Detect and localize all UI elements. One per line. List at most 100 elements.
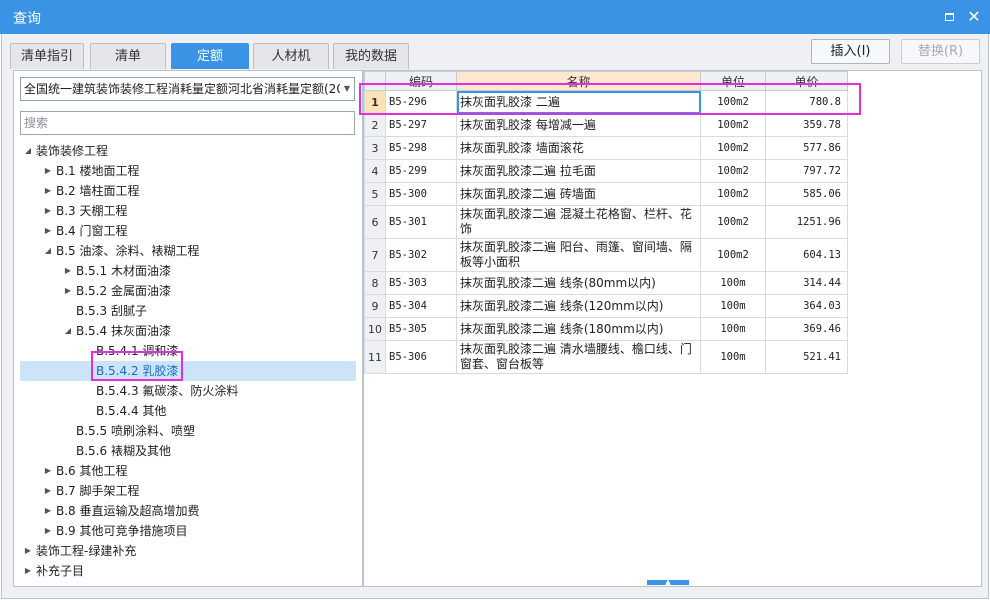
cell-name[interactable]: 抹灰面乳胶漆 墙面滚花: [456, 136, 701, 160]
cell-code[interactable]: B5-302: [385, 238, 457, 272]
dropdown-arrow-icon[interactable]: ▼: [340, 78, 354, 100]
tree-item[interactable]: ▶ B.9 其他可竞争措施项目: [14, 521, 362, 541]
tree-item[interactable]: ▶ B.6 其他工程: [14, 461, 362, 481]
cell-name[interactable]: 抹灰面乳胶漆 每增减一遍: [456, 113, 701, 137]
cell-name[interactable]: 抹灰面乳胶漆二遍 清水墙腰线、檐口线、门窗套、窗台板等: [456, 340, 701, 374]
cell-code[interactable]: B5-301: [385, 205, 457, 239]
tree-item[interactable]: ▶ B.2 墙柱面工程: [14, 181, 362, 201]
cell-unit[interactable]: 100m: [700, 317, 766, 341]
cell-price[interactable]: 364.03: [765, 294, 848, 318]
tree-item[interactable]: ▶ B.5.2 金属面油漆: [14, 281, 362, 301]
tree-item[interactable]: B.5.4.2 乳胶漆: [14, 361, 362, 381]
cell-price[interactable]: 369.46: [765, 317, 848, 341]
tab-my-data[interactable]: 我的数据: [333, 43, 409, 69]
cell-unit[interactable]: 100m2: [700, 205, 766, 239]
table-row[interactable]: 10 B5-305 抹灰面乳胶漆二遍 线条(180mm以内) 100m 369.46: [364, 317, 848, 341]
collapsed-arrow-icon[interactable]: ▶: [22, 541, 34, 561]
collapsed-arrow-icon[interactable]: ▶: [42, 481, 54, 501]
cell-name[interactable]: 抹灰面乳胶漆二遍 混凝土花格窗、栏杆、花饰: [456, 205, 701, 239]
cell-name[interactable]: 抹灰面乳胶漆二遍 砖墙面: [456, 182, 701, 206]
cell-unit[interactable]: 100m2: [700, 238, 766, 272]
cell-code[interactable]: B5-300: [385, 182, 457, 206]
cell-code[interactable]: B5-303: [385, 271, 457, 295]
tab-dinge[interactable]: 定额: [171, 43, 249, 69]
tree-item[interactable]: ▶ 装饰工程-绿建补充: [14, 541, 362, 561]
tree-item[interactable]: ▶ B.4 门窗工程: [14, 221, 362, 241]
cell-unit[interactable]: 100m2: [700, 136, 766, 160]
collapsed-arrow-icon[interactable]: ▶: [42, 521, 54, 541]
cell-price[interactable]: 521.41: [765, 340, 848, 374]
tree-item[interactable]: ▶ B.8 垂直运输及超高增加费: [14, 501, 362, 521]
cell-unit[interactable]: 100m2: [700, 113, 766, 137]
table-row[interactable]: 9 B5-304 抹灰面乳胶漆二遍 线条(120mm以内) 100m 364.03: [364, 294, 848, 318]
cell-code[interactable]: B5-304: [385, 294, 457, 318]
table-row[interactable]: 7 B5-302 抹灰面乳胶漆二遍 阳台、雨篷、窗间墙、隔板等小面积 100m2 604…: [364, 238, 848, 272]
cell-name[interactable]: 抹灰面乳胶漆二遍 线条(120mm以内): [456, 294, 701, 318]
cell-code[interactable]: B5-297: [385, 113, 457, 137]
tab-qingdan[interactable]: 清单: [90, 43, 166, 69]
cell-code[interactable]: B5-306: [385, 340, 457, 374]
table-row[interactable]: 2 B5-297 抹灰面乳胶漆 每增减一遍 100m2 359.78: [364, 113, 848, 137]
cell-name[interactable]: 抹灰面乳胶漆二遍 线条(180mm以内): [456, 317, 701, 341]
insert-button[interactable]: 插入(I): [811, 39, 890, 64]
tree-item[interactable]: ◢ B.5.4 抹灰面油漆: [14, 321, 362, 341]
panel-splitter[interactable]: ▲: [647, 579, 689, 586]
expanded-arrow-icon[interactable]: ◢: [42, 241, 54, 261]
tree-item[interactable]: ▶ B.1 楼地面工程: [14, 161, 362, 181]
maximize-button[interactable]: [940, 7, 960, 27]
cell-name[interactable]: 抹灰面乳胶漆二遍 拉毛面: [456, 159, 701, 183]
collapsed-arrow-icon[interactable]: ▶: [42, 461, 54, 481]
cell-price[interactable]: 314.44: [765, 271, 848, 295]
tree-item[interactable]: B.5.4.3 氟碳漆、防火涂料: [14, 381, 362, 401]
tree-item[interactable]: ▶ 补充子目: [14, 561, 362, 581]
cell-price[interactable]: 797.72: [765, 159, 848, 183]
expanded-arrow-icon[interactable]: ◢: [22, 141, 34, 161]
search-input[interactable]: [20, 111, 355, 135]
table-row[interactable]: 3 B5-298 抹灰面乳胶漆 墙面滚花 100m2 577.86: [364, 136, 848, 160]
library-select[interactable]: 全国统一建筑装饰装修工程消耗量定额河北省消耗量定额(2012) ▼: [20, 77, 355, 101]
cell-unit[interactable]: 100m2: [700, 182, 766, 206]
tree-item[interactable]: B.5.4.1 调和漆: [14, 341, 362, 361]
table-row[interactable]: 11 B5-306 抹灰面乳胶漆二遍 清水墙腰线、檐口线、门窗套、窗台板等 100m 5…: [364, 340, 848, 374]
collapsed-arrow-icon[interactable]: ▶: [42, 221, 54, 241]
cell-name[interactable]: 抹灰面乳胶漆二遍 阳台、雨篷、窗间墙、隔板等小面积: [456, 238, 701, 272]
cell-price[interactable]: 1251.96: [765, 205, 848, 239]
cell-code[interactable]: B5-299: [385, 159, 457, 183]
cell-price[interactable]: 585.06: [765, 182, 848, 206]
table-row[interactable]: 5 B5-300 抹灰面乳胶漆二遍 砖墙面 100m2 585.06: [364, 182, 848, 206]
collapsed-arrow-icon[interactable]: ▶: [42, 161, 54, 181]
collapsed-arrow-icon[interactable]: ▶: [42, 201, 54, 221]
tab-qingdan-zhiyin[interactable]: 清单指引: [10, 43, 84, 69]
tree-item[interactable]: B.5.5 喷刷涂料、喷塑: [14, 421, 362, 441]
collapsed-arrow-icon[interactable]: ▶: [62, 261, 74, 281]
collapsed-arrow-icon[interactable]: ▶: [22, 561, 34, 581]
tab-rencaiji[interactable]: 人材机: [253, 43, 329, 69]
tree-item[interactable]: ▶ B.5.1 木材面油漆: [14, 261, 362, 281]
cell-unit[interactable]: 100m: [700, 294, 766, 318]
tree-item[interactable]: ▶ B.7 脚手架工程: [14, 481, 362, 501]
tree-item[interactable]: B.5.3 刮腻子: [14, 301, 362, 321]
collapsed-arrow-icon[interactable]: ▶: [62, 281, 74, 301]
tree-item[interactable]: ◢ 装饰装修工程: [14, 141, 362, 161]
cell-price[interactable]: 577.86: [765, 136, 848, 160]
cell-name[interactable]: 抹灰面乳胶漆二遍 线条(80mm以内): [456, 271, 701, 295]
table-row[interactable]: 4 B5-299 抹灰面乳胶漆二遍 拉毛面 100m2 797.72: [364, 159, 848, 183]
collapsed-arrow-icon[interactable]: ▶: [42, 181, 54, 201]
cell-unit[interactable]: 100m: [700, 271, 766, 295]
tree-item[interactable]: ◢ B.5 油漆、涂料、裱糊工程: [14, 241, 362, 261]
cell-price[interactable]: 604.13: [765, 238, 848, 272]
expanded-arrow-icon[interactable]: ◢: [62, 321, 74, 341]
tree-item[interactable]: ▶ B.3 天棚工程: [14, 201, 362, 221]
cell-price[interactable]: 359.78: [765, 113, 848, 137]
replace-button[interactable]: 替换(R): [901, 39, 980, 64]
tree-item[interactable]: B.5.6 裱糊及其他: [14, 441, 362, 461]
collapsed-arrow-icon[interactable]: ▶: [42, 501, 54, 521]
tree-item[interactable]: B.5.4.4 其他: [14, 401, 362, 421]
cell-code[interactable]: B5-298: [385, 136, 457, 160]
table-row[interactable]: 6 B5-301 抹灰面乳胶漆二遍 混凝土花格窗、栏杆、花饰 100m2 1251.96: [364, 205, 848, 239]
table-row[interactable]: 8 B5-303 抹灰面乳胶漆二遍 线条(80mm以内) 100m 314.44: [364, 271, 848, 295]
cell-unit[interactable]: 100m2: [700, 159, 766, 183]
cell-unit[interactable]: 100m: [700, 340, 766, 374]
close-button[interactable]: ✕: [964, 7, 984, 27]
cell-code[interactable]: B5-305: [385, 317, 457, 341]
